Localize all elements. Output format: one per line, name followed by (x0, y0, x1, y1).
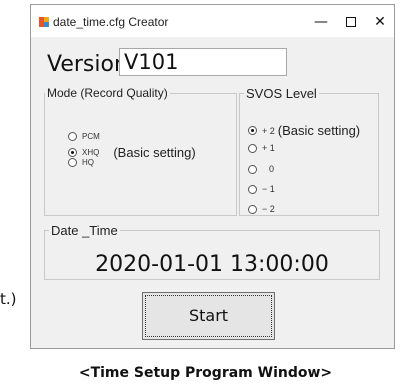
figure-caption: <Time Setup Program Window> (78, 365, 333, 381)
mode-option-label: HQ (82, 158, 94, 167)
datetime-legend: Date _Time (51, 223, 118, 238)
svos-group-legend: SVOS Level (246, 86, 317, 101)
datetime-group: Date _Time 2020-01-01 13:00:00 (44, 223, 380, 280)
svos-option-plus-2[interactable]: + 2 (Basic setting) (248, 123, 360, 138)
window-title: date_time.cfg Creator (53, 15, 169, 29)
creator-window: date_time.cfg Creator — ✕ Version. V101 … (30, 4, 395, 349)
basic-setting-note: (Basic setting) (277, 123, 361, 138)
maximize-icon (346, 17, 356, 27)
radio-button[interactable] (248, 204, 257, 214)
svos-option-plus-1[interactable]: + 1 (248, 143, 275, 153)
radio-button[interactable] (248, 143, 257, 153)
radio-button[interactable] (68, 132, 77, 141)
maximize-button[interactable] (341, 13, 363, 31)
datetime-value: 2020-01-01 13:00:00 (95, 252, 329, 277)
close-button[interactable]: ✕ (369, 13, 391, 31)
mode-option-hq[interactable]: HQ (68, 158, 94, 167)
mode-group: Mode (Record Quality) PCM XHQ (Basic set… (44, 86, 237, 216)
version-input[interactable]: V101 (119, 48, 287, 76)
radio-button-selected[interactable] (248, 126, 257, 135)
svos-option-label: 0 (269, 164, 275, 174)
svos-group: SVOS Level + 2 (Basic setting) + 1 0 − 1… (239, 86, 379, 216)
app-icon (39, 17, 49, 27)
start-button[interactable]: Start (142, 292, 275, 340)
mode-option-pcm[interactable]: PCM (68, 132, 100, 141)
radio-button[interactable] (248, 164, 257, 174)
cropped-text-fragment: t.) (0, 290, 17, 308)
svos-option-label: + 2 (262, 125, 275, 136)
svos-option-minus-2[interactable]: − 2 (248, 204, 275, 214)
svos-option-minus-1[interactable]: − 1 (248, 184, 275, 194)
mode-option-label: XHQ (82, 148, 100, 157)
svos-option-label: − 2 (262, 204, 275, 214)
svos-option-label: − 1 (262, 184, 275, 194)
radio-button[interactable] (248, 184, 257, 194)
radio-button[interactable] (68, 158, 77, 167)
mode-option-label: PCM (82, 132, 100, 141)
minimize-button[interactable]: — (310, 13, 332, 31)
svos-option-label: + 1 (262, 143, 275, 153)
basic-setting-note: (Basic setting) (113, 145, 196, 160)
radio-button-selected[interactable] (68, 148, 77, 157)
title-bar: date_time.cfg Creator — ✕ (31, 5, 394, 37)
svos-option-0[interactable]: 0 (248, 164, 274, 174)
mode-group-legend: Mode (Record Quality) (47, 86, 168, 100)
